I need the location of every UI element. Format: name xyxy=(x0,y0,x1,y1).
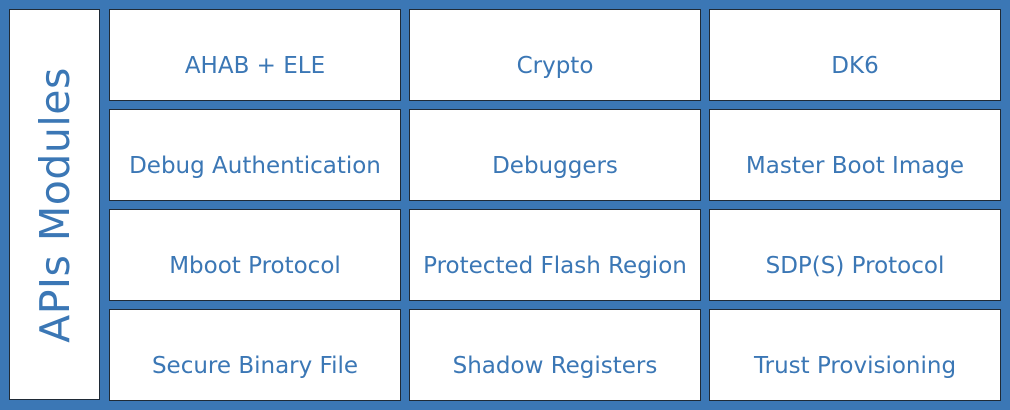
modules-grid: AHAB + ELE Crypto DK6 Debug Authenticati… xyxy=(109,9,1002,401)
module-box-shadow-registers: Shadow Registers xyxy=(409,309,701,401)
module-label: SDP(S) Protocol xyxy=(765,253,945,279)
apis-modules-title: APIs Modules xyxy=(30,66,79,343)
module-box-secure-binary-file: Secure Binary File xyxy=(109,309,401,401)
module-label: Debug Authentication xyxy=(129,153,381,179)
module-box-crypto: Crypto xyxy=(409,9,701,101)
module-label: Secure Binary File xyxy=(151,353,359,379)
module-box-dk6: DK6 xyxy=(709,9,1001,101)
module-box-protected-flash-region: Protected Flash Region xyxy=(409,209,701,301)
module-box-sdps-protocol: SDP(S) Protocol xyxy=(709,209,1001,301)
module-box-mboot-protocol: Mboot Protocol xyxy=(109,209,401,301)
module-box-trust-provisioning: Trust Provisioning xyxy=(709,309,1001,401)
module-box-master-boot-image: Master Boot Image xyxy=(709,109,1001,201)
module-label: Master Boot Image xyxy=(745,153,965,179)
module-box-debuggers: Debuggers xyxy=(409,109,701,201)
module-label: Trust Provisioning xyxy=(753,353,957,379)
module-label: Shadow Registers xyxy=(452,353,658,379)
apis-modules-panel: APIs Modules xyxy=(9,9,100,400)
module-label: Crypto xyxy=(516,53,594,79)
module-box-ahab-ele: AHAB + ELE xyxy=(109,9,401,101)
diagram-frame: APIs Modules AHAB + ELE Crypto DK6 Debug… xyxy=(0,0,1010,410)
module-box-debug-authentication: Debug Authentication xyxy=(109,109,401,201)
module-label: Mboot Protocol xyxy=(169,253,341,279)
module-label: Debuggers xyxy=(492,153,618,179)
module-label: Protected Flash Region xyxy=(423,253,687,279)
module-label: AHAB + ELE xyxy=(184,53,326,79)
module-label: DK6 xyxy=(831,53,879,79)
